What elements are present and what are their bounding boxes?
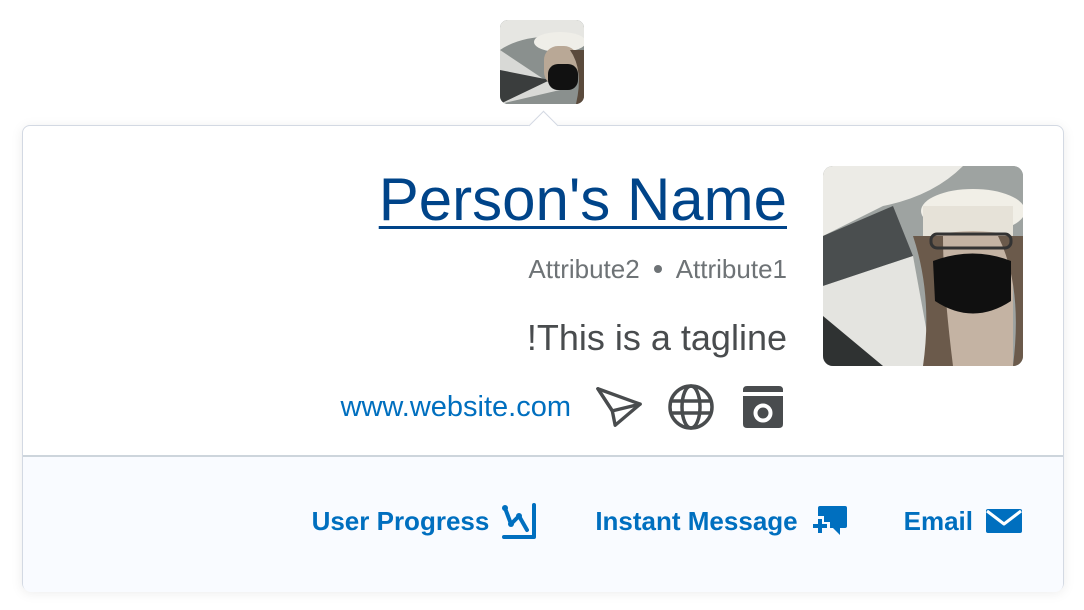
website-link[interactable]: www.website.com xyxy=(341,391,571,424)
new-message-icon xyxy=(810,502,848,540)
instant-message-button[interactable]: Instant Message xyxy=(595,502,847,540)
profile-card-stage: Person's Name Attribute2 Attribute1 !Thi… xyxy=(0,0,1084,610)
attribute-item: Attribute1 xyxy=(675,254,787,284)
globe-icon[interactable] xyxy=(667,383,715,431)
user-progress-button[interactable]: User Progress xyxy=(312,502,540,540)
progress-chart-icon xyxy=(501,502,539,540)
avatar-image xyxy=(500,20,584,104)
email-button[interactable]: Email xyxy=(904,502,1023,540)
instant-message-label: Instant Message xyxy=(595,505,798,536)
attributes-row: Attribute2 Attribute1 xyxy=(528,253,787,285)
person-name-link[interactable]: Person's Name xyxy=(379,164,787,236)
tagline: !This is a tagline xyxy=(526,317,787,358)
profile-card: Person's Name Attribute2 Attribute1 !Thi… xyxy=(22,110,1064,592)
card-body: Person's Name Attribute2 Attribute1 !Thi… xyxy=(23,126,1063,455)
links-row: www.website.com xyxy=(341,382,787,432)
envelope-icon xyxy=(985,502,1023,540)
user-progress-label: User Progress xyxy=(311,505,490,536)
profile-photo-image xyxy=(823,166,1023,366)
attribute-item: Attribute2 xyxy=(528,254,640,284)
profile-photo xyxy=(823,166,1023,366)
action-bar: User Progress Instant Message Email xyxy=(312,502,1023,540)
send-icon[interactable] xyxy=(595,383,643,431)
profile-trigger-avatar[interactable] xyxy=(500,20,584,104)
attribute-separator-dot xyxy=(653,265,662,273)
email-label: Email xyxy=(903,505,973,536)
card-footer: User Progress Instant Message Email xyxy=(23,455,1063,592)
save-disk-icon[interactable] xyxy=(739,383,787,431)
